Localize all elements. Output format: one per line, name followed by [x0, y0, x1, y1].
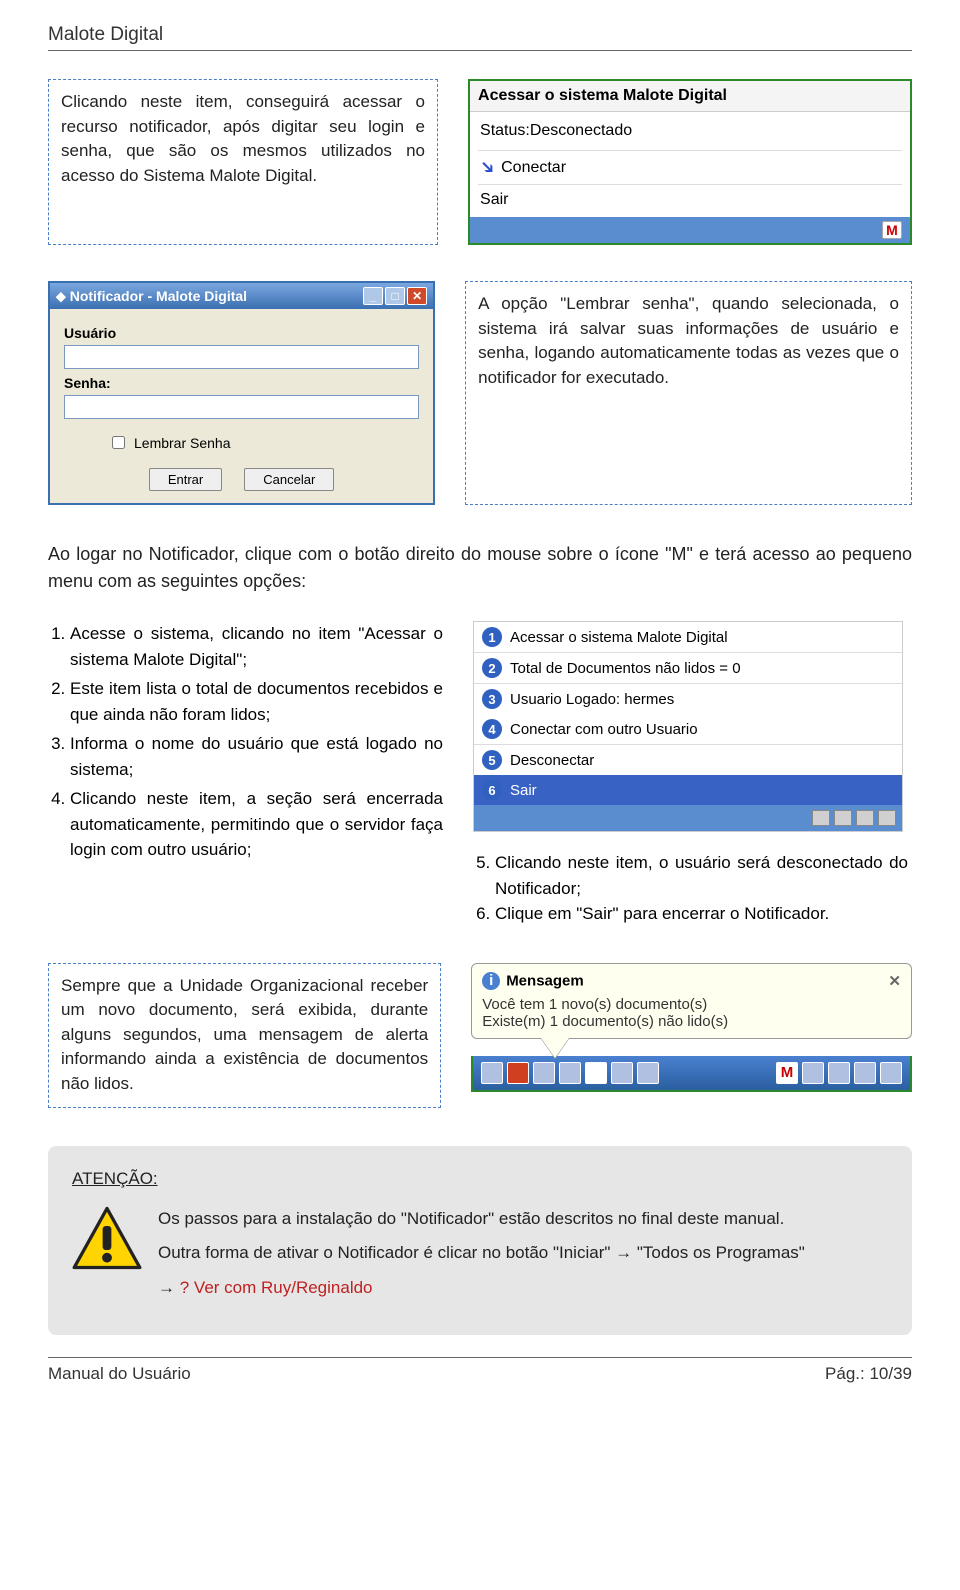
app-icon: ⬥	[56, 288, 66, 304]
tray-icon	[812, 810, 830, 826]
taskbar-icon	[828, 1062, 850, 1084]
attention-p3: ? Ver com Ruy/Reginaldo	[180, 1278, 373, 1297]
callout-lembrar-senha: A opção "Lembrar senha", quando selecion…	[465, 281, 912, 505]
msg-line-1: Você tem 1 novo(s) documento(s)	[482, 996, 901, 1013]
step-badge-6: 6	[482, 780, 502, 800]
bubble-tail-icon	[541, 1038, 569, 1058]
callout-acessar-recurso: Clicando neste item, conseguirá acessar …	[48, 79, 438, 245]
taskbar-icon	[637, 1062, 659, 1084]
step-badge-3: 3	[482, 689, 502, 709]
taskbar-icon	[533, 1062, 555, 1084]
menu-item-sair[interactable]: Sair	[480, 191, 508, 209]
arrow-right-icon: →	[615, 1243, 632, 1262]
step-badge-2: 2	[482, 658, 502, 678]
callout-mensagem-alerta: Sempre que a Unidade Organizacional rece…	[48, 963, 441, 1108]
close-icon[interactable]: ✕	[888, 972, 901, 990]
login-window: ⬥ Notificador - Malote Digital _ □ ✕ Usu…	[48, 281, 435, 505]
arrow-right-icon: →	[158, 1278, 175, 1297]
step-badge-4: 4	[482, 719, 502, 739]
list-item: Este item lista o total de documentos re…	[70, 676, 443, 727]
user-label: Usuário	[64, 325, 419, 341]
taskbar-icon	[481, 1062, 503, 1084]
enter-button[interactable]: Entrar	[149, 468, 222, 491]
context-menu-screenshot-1: Acessar o sistema Malote Digital Status:…	[468, 79, 912, 245]
list-item: Clicando neste item, o usuário será desc…	[495, 850, 908, 901]
user-input[interactable]	[64, 345, 419, 369]
remember-checkbox[interactable]	[112, 436, 125, 449]
maximize-icon[interactable]: □	[385, 287, 405, 305]
attention-p1: Os passos para a instalação do "Notifica…	[158, 1206, 805, 1232]
tray-icon	[834, 810, 852, 826]
step-badge-1: 1	[482, 627, 502, 647]
info-icon: i	[482, 972, 500, 990]
list-item: Acesse o sistema, clicando no item "Aces…	[70, 621, 443, 672]
list-item: Clique em "Sair" para encerrar o Notific…	[495, 901, 908, 927]
nm-item-sair[interactable]: Sair	[510, 782, 537, 799]
taskbar-icon	[585, 1062, 607, 1084]
nm-item-desconectar[interactable]: Desconectar	[510, 752, 594, 769]
close-icon[interactable]: ✕	[407, 287, 427, 305]
left-instruction-list: Acesse o sistema, clicando no item "Aces…	[48, 621, 443, 927]
list-item: Informa o nome do usuário que está logad…	[70, 731, 443, 782]
nm-item-total-docs: Total de Documentos não lidos = 0	[510, 660, 741, 677]
taskbar-icon	[802, 1062, 824, 1084]
minimize-icon[interactable]: _	[363, 287, 383, 305]
right-instruction-list: Clicando neste item, o usuário será desc…	[473, 850, 908, 927]
attention-p2: Outra forma de ativar o Notificador é cl…	[158, 1240, 805, 1266]
msg-title: Mensagem	[506, 972, 584, 989]
menu-title: Acessar o sistema Malote Digital	[470, 81, 910, 112]
msg-line-2: Existe(m) 1 documento(s) não lido(s)	[482, 1013, 901, 1030]
menu-item-conectar[interactable]: Conectar	[501, 159, 566, 177]
nm-item-conectar-outro[interactable]: Conectar com outro Usuario	[510, 721, 698, 738]
taskbar-icon	[559, 1062, 581, 1084]
taskbar-icon	[880, 1062, 902, 1084]
paragraph-logar-notificador: Ao logar no Notificador, clique com o bo…	[48, 541, 912, 595]
header-title: Malote Digital	[48, 24, 912, 51]
nm-item-usuario: Usuario Logado: hermes	[510, 691, 674, 708]
taskbar-icon	[507, 1062, 529, 1084]
password-input[interactable]	[64, 395, 419, 419]
tray-m-icon: M	[882, 221, 902, 239]
pointer-arrow-icon: ➔	[475, 155, 501, 181]
password-label: Senha:	[64, 375, 419, 391]
step-badge-5: 5	[482, 750, 502, 770]
message-popup-screenshot: i Mensagem ✕ Você tem 1 novo(s) documento…	[471, 963, 912, 1108]
context-menu-screenshot-2: 1 Acessar o sistema Malote Digital 2 Total…	[473, 621, 903, 832]
tray-icon	[878, 810, 896, 826]
attention-label: ATENÇÃO:	[72, 1166, 888, 1192]
taskbar-icon	[854, 1062, 876, 1084]
window-title: ⬥ Notificador - Malote Digital	[56, 288, 247, 305]
attention-box: ATENÇÃO: Os passos para a instalação do …	[48, 1146, 912, 1335]
tray-icon	[856, 810, 874, 826]
warning-icon	[72, 1206, 142, 1270]
taskbar-icon	[611, 1062, 633, 1084]
remember-label: Lembrar Senha	[134, 435, 231, 451]
taskbar-m-icon: M	[776, 1062, 798, 1084]
status-text: Status:Desconectado	[478, 116, 902, 150]
list-item: Clicando neste item, a seção será encerr…	[70, 786, 443, 863]
footer-left: Manual do Usuário	[48, 1364, 191, 1384]
footer-page: Pág.: 10/39	[825, 1364, 912, 1384]
cancel-button[interactable]: Cancelar	[244, 468, 334, 491]
nm-item-acessar[interactable]: Acessar o sistema Malote Digital	[510, 629, 728, 646]
